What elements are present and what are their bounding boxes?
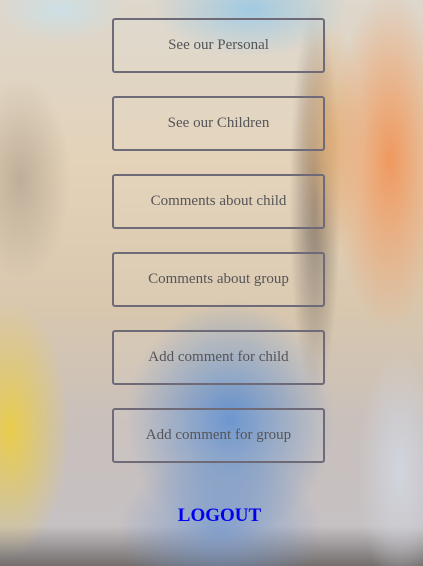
logout-link[interactable]: LOGOUT	[162, 505, 261, 527]
add-comment-for-group-button[interactable]: Add comment for group	[112, 408, 325, 463]
main-menu: See our Personal See our Children Commen…	[0, 0, 423, 566]
see-our-personal-button[interactable]: See our Personal	[112, 18, 325, 73]
add-comment-for-child-button[interactable]: Add comment for child	[112, 330, 325, 385]
see-our-children-button[interactable]: See our Children	[112, 96, 325, 151]
comments-about-child-button[interactable]: Comments about child	[112, 174, 325, 229]
logout-link-row: LOGOUT	[0, 505, 423, 527]
comments-about-group-button[interactable]: Comments about group	[112, 252, 325, 307]
